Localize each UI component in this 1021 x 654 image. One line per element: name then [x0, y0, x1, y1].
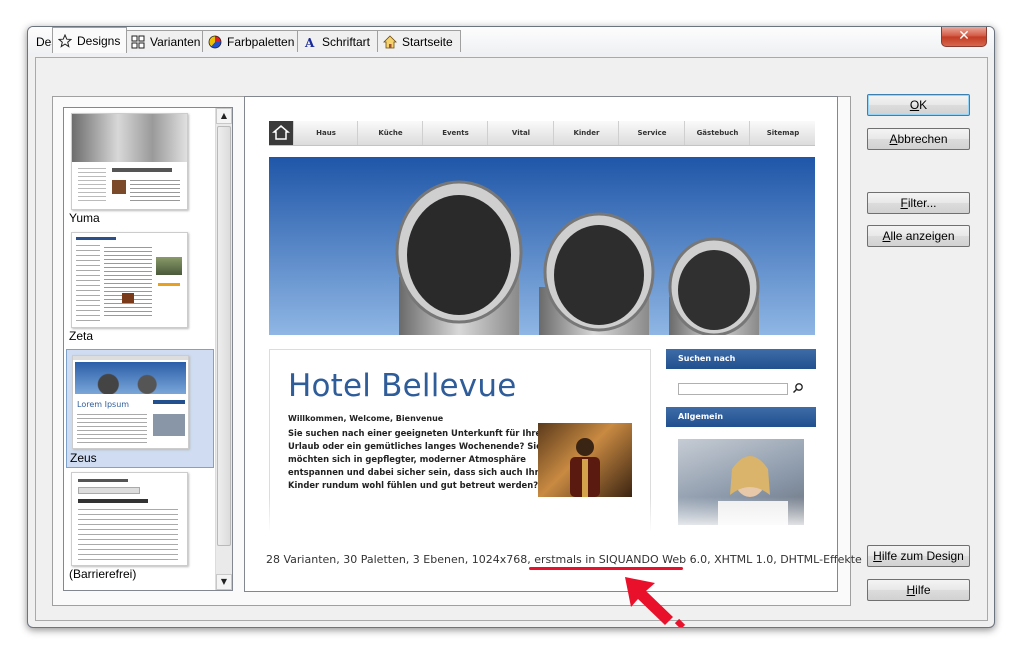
show-all-button[interactable]: Alle anzeigen — [867, 225, 970, 247]
info-text: 28 Varianten, 30 Paletten, 3 Ebenen, 102… — [266, 553, 535, 566]
tab-label: Designs — [77, 34, 121, 48]
design-item-label: (Barrierefrei) — [69, 567, 137, 581]
annotation-underline — [529, 567, 683, 570]
paragraph-line: entspannen und dabei sicher sein, dass s… — [288, 467, 545, 477]
design-thumbnail: Lorem Ipsum — [72, 355, 189, 449]
design-thumbnail — [71, 472, 188, 566]
nav-item-gaestebuch: Gästebuch — [684, 121, 750, 145]
close-icon: ✕ — [958, 28, 970, 44]
home-icon — [383, 35, 397, 49]
design-help-button[interactable]: Hilfe zum Design — [867, 545, 970, 567]
general-section-header: Allgemein — [666, 407, 816, 427]
preview-page: Haus Küche Events Vital Kinder Service G… — [259, 117, 825, 541]
design-item-yuma[interactable]: Yuma — [66, 110, 214, 228]
tab-label: Varianten — [150, 35, 201, 49]
grid-icon — [131, 35, 145, 49]
design-list-scrollbar[interactable]: ▲ ▼ — [215, 108, 232, 590]
color-wheel-icon — [208, 35, 222, 49]
nav-item-kueche: Küche — [357, 121, 423, 145]
design-item-label: Zeta — [69, 329, 94, 343]
bellboy-photo — [538, 423, 632, 497]
preview-search-box — [678, 383, 788, 395]
hotel-title: Hotel Bellevue — [288, 368, 517, 404]
tab-farbpaletten[interactable]: Farbpaletten — [202, 30, 299, 52]
ok-button[interactable]: OK — [867, 94, 970, 116]
design-dialog: Design auswählen ✕ Designs Varianten Far… — [27, 26, 995, 628]
cancel-button[interactable]: Abbrechen — [867, 128, 970, 150]
design-list[interactable]: Yuma Zeta Lorem Ipsum Zeus (Barrierefrei… — [63, 107, 233, 591]
scroll-down-button[interactable]: ▼ — [216, 574, 232, 590]
svg-text:A: A — [304, 36, 315, 49]
design-thumbnail — [71, 113, 188, 210]
tab-label: Schriftart — [322, 35, 371, 49]
star-icon — [58, 34, 72, 48]
search-icon — [792, 383, 803, 394]
scroll-up-button[interactable]: ▲ — [216, 108, 232, 124]
annotation-arrow-icon — [625, 577, 686, 627]
paragraph-line: möchten sich in gepflegter, moderner Atm… — [288, 454, 526, 464]
search-header-label: Suchen nach — [678, 354, 736, 363]
filter-button[interactable]: Filter... — [867, 192, 970, 214]
tab-designs[interactable]: Designs — [52, 27, 127, 53]
home-icon — [269, 121, 293, 145]
paragraph-line: Kinder rundum wohl fühlen und gut betreu… — [288, 480, 539, 490]
font-icon: A — [304, 36, 315, 49]
tab-label: Farbpaletten — [227, 35, 295, 49]
nav-item-vital: Vital — [487, 121, 554, 145]
search-section-header: Suchen nach — [666, 349, 816, 369]
nav-item-kinder: Kinder — [553, 121, 619, 145]
tab-schriftart[interactable]: A Schriftart — [297, 30, 379, 52]
design-info-text: 28 Varianten, 30 Paletten, 3 Ebenen, 102… — [266, 553, 862, 566]
design-item-label: Zeus — [70, 451, 97, 465]
close-button[interactable]: ✕ — [941, 27, 987, 47]
paragraph-line: Urlaub oder ein gemütliches langes Woche… — [288, 441, 542, 451]
general-header-label: Allgemein — [678, 412, 724, 421]
nav-item-events: Events — [422, 121, 488, 145]
design-item-zeus[interactable]: Lorem Ipsum Zeus — [66, 349, 214, 468]
paragraph-line: Sie suchen nach einer geeigneten Unterku… — [288, 428, 548, 438]
info-text: , XHTML 1.0, DHTML-Effekte — [707, 553, 862, 566]
nav-item-service: Service — [618, 121, 685, 145]
scroll-thumb[interactable] — [217, 126, 231, 546]
nav-item-sitemap: Sitemap — [749, 121, 816, 145]
preview-nav-bar: Haus Küche Events Vital Kinder Service G… — [269, 121, 815, 146]
design-thumbnail — [71, 232, 188, 328]
design-preview: Haus Küche Events Vital Kinder Service G… — [244, 96, 862, 627]
help-button[interactable]: Hilfe — [867, 579, 970, 601]
design-item-label: Yuma — [69, 211, 100, 225]
intro-paragraph: Sie suchen nach einer geeigneten Unterku… — [288, 427, 548, 492]
tab-startseite[interactable]: Startseite — [377, 30, 461, 52]
tab-label: Startseite — [402, 35, 453, 49]
tab-varianten[interactable]: Varianten — [125, 30, 204, 52]
hero-image — [269, 157, 815, 335]
design-item-barrierefrei[interactable]: (Barrierefrei) — [66, 470, 214, 588]
nav-item-haus: Haus — [293, 121, 358, 145]
info-highlight: erstmals in SIQUANDO Web 6.0 — [534, 553, 708, 566]
design-item-zeta[interactable]: Zeta — [66, 230, 214, 346]
designs-tab-panel: Yuma Zeta Lorem Ipsum Zeus (Barrierefrei… — [52, 96, 862, 627]
reflection-fade — [259, 497, 825, 541]
welcome-heading: Willkommen, Welcome, Bienvenue — [288, 414, 444, 423]
